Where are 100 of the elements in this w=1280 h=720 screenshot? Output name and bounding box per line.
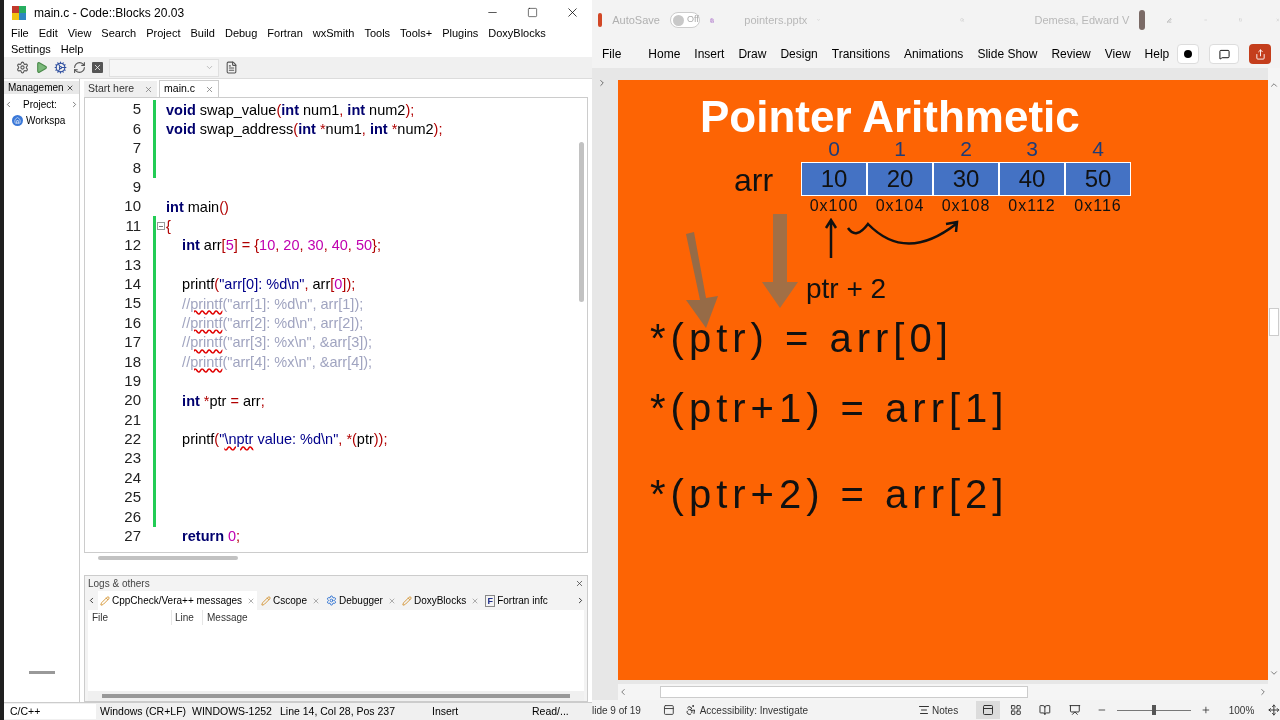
close-icon[interactable] bbox=[65, 83, 74, 92]
notes-icon bbox=[918, 704, 931, 716]
slideshow-icon[interactable] bbox=[1069, 704, 1081, 716]
log-tab[interactable]: DoxyBlocks bbox=[399, 591, 482, 610]
ribbon-tab[interactable]: Animations bbox=[897, 45, 971, 63]
menu-item[interactable]: Plugins bbox=[437, 25, 484, 41]
annotation-text: ptr + 2 bbox=[806, 272, 887, 306]
column-header[interactable]: File bbox=[88, 609, 172, 625]
code-line: int *ptr = arr; bbox=[181, 391, 265, 410]
menu-item[interactable]: DoxyBlocks bbox=[483, 25, 551, 41]
accessibility-button[interactable]: Accessibility: Investigate bbox=[684, 702, 809, 718]
notes-button[interactable]: Notes bbox=[918, 702, 959, 718]
column-header[interactable]: Message bbox=[203, 609, 248, 625]
line-number: 23 bbox=[123, 448, 141, 469]
code-line: //printf("arr[1]: %d\n", arr[1]); bbox=[181, 294, 364, 313]
fit-slide-icon[interactable] bbox=[1268, 704, 1280, 716]
log-tab[interactable]: CppCheck/Vera++ messages bbox=[98, 591, 258, 610]
line-number: 13 bbox=[123, 254, 141, 275]
document-icon[interactable] bbox=[225, 61, 238, 74]
pencil-icon bbox=[401, 595, 412, 606]
column-header[interactable]: Line bbox=[172, 609, 203, 625]
ribbon-tab[interactable]: Help bbox=[1137, 45, 1177, 63]
code-line: //printf("arr[3]: %x\n", &arr[3]); bbox=[181, 333, 373, 352]
line-number: 25 bbox=[123, 487, 141, 508]
reading-view-icon[interactable] bbox=[1039, 704, 1052, 716]
panel-tab[interactable]: Managemen bbox=[4, 81, 79, 94]
ribbon-tab[interactable]: View bbox=[1097, 45, 1138, 63]
line-number: 14 bbox=[123, 273, 141, 294]
window-title: main.c - Code::Blocks 20.03 bbox=[34, 4, 185, 22]
zoom-thumb[interactable] bbox=[1151, 705, 1156, 715]
menu-item[interactable]: Edit bbox=[33, 25, 63, 41]
menu-item[interactable]: File bbox=[6, 25, 34, 41]
scroll-right-icon[interactable] bbox=[70, 99, 79, 109]
menu-item[interactable]: Debug bbox=[219, 25, 263, 41]
splitter-handle[interactable] bbox=[28, 671, 55, 674]
zoom-in-icon[interactable] bbox=[1200, 705, 1211, 715]
menu-item[interactable]: Search bbox=[96, 25, 142, 41]
log-tab[interactable]: Debugger bbox=[324, 591, 398, 610]
autosave-label: AutoSave bbox=[612, 12, 660, 28]
scrollbar-thumb[interactable] bbox=[1269, 308, 1279, 336]
grid-view-icon[interactable] bbox=[1009, 704, 1022, 716]
code-line: int arr[5] = {10, 20, 30, 40, 50}; bbox=[181, 236, 381, 255]
code-line: void swap_address(int *num1, int *num2); bbox=[166, 120, 443, 139]
editor-tab[interactable]: main.c bbox=[159, 80, 220, 97]
menu-item[interactable]: Tools bbox=[359, 25, 396, 41]
close-icon[interactable] bbox=[205, 84, 215, 94]
scroll-up-icon[interactable] bbox=[1269, 80, 1279, 90]
log-tab[interactable]: Cscope bbox=[259, 591, 322, 610]
close-icon[interactable] bbox=[575, 579, 584, 588]
scroll-left-icon[interactable] bbox=[87, 596, 96, 605]
run-icon[interactable] bbox=[35, 61, 48, 74]
tree-item[interactable]: Workspa bbox=[4, 112, 79, 128]
panel-title: Logs & others bbox=[88, 577, 150, 591]
ribbon-tab[interactable]: Home bbox=[641, 45, 688, 63]
fold-marker[interactable] bbox=[157, 222, 165, 231]
ribbon-tab[interactable]: Slide Show bbox=[970, 45, 1045, 63]
comment-button[interactable] bbox=[1209, 44, 1239, 64]
ribbon-tab[interactable]: File bbox=[602, 45, 642, 63]
menu-item[interactable]: wxSmith bbox=[307, 25, 360, 41]
normal-view-icon bbox=[981, 704, 994, 716]
menu-item[interactable]: Fortran bbox=[262, 25, 308, 41]
scroll-right-icon[interactable] bbox=[576, 596, 585, 605]
ribbon-tab[interactable]: Design bbox=[773, 45, 825, 63]
pencil-icon bbox=[261, 595, 272, 606]
ribbon-tab[interactable]: Insert bbox=[687, 45, 732, 63]
zoom-level[interactable]: 100% bbox=[1228, 702, 1255, 718]
record-button[interactable] bbox=[1177, 44, 1199, 64]
status-field: Windows (CR+LF) bbox=[96, 703, 188, 720]
equation-text: *(ptr) = arr[0] bbox=[650, 315, 953, 362]
line-number: 5 bbox=[131, 99, 141, 120]
menu-item[interactable]: View bbox=[62, 25, 97, 41]
line-number: 10 bbox=[123, 196, 141, 217]
build-run-icon[interactable] bbox=[54, 61, 67, 74]
ribbon-tab[interactable]: Transitions bbox=[824, 45, 897, 63]
array-cell: 40 bbox=[999, 162, 1065, 196]
log-tab[interactable]: F Fortran infc bbox=[483, 591, 550, 610]
menu-item[interactable]: Help bbox=[55, 41, 89, 57]
ribbon-tab[interactable]: Review bbox=[1044, 45, 1098, 63]
menu-item[interactable]: Tools+ bbox=[395, 25, 438, 41]
editor-tab[interactable]: Start here bbox=[84, 81, 158, 97]
line-number: 21 bbox=[123, 409, 141, 430]
rebuild-icon[interactable] bbox=[73, 61, 86, 74]
array-cell: 30 bbox=[933, 162, 999, 196]
line-number: 11 bbox=[124, 215, 141, 236]
abort-icon[interactable] bbox=[92, 62, 103, 73]
expand-panel-icon[interactable] bbox=[597, 78, 607, 88]
share-button[interactable] bbox=[1249, 44, 1271, 64]
menu-item[interactable]: Settings bbox=[6, 41, 56, 57]
status-field: WINDOWS-1252 bbox=[188, 703, 276, 720]
ribbon-tab[interactable]: Draw bbox=[731, 45, 774, 63]
menu-item[interactable]: Build bbox=[185, 25, 220, 41]
horizontal-scrollbar[interactable] bbox=[88, 691, 584, 701]
project-tab[interactable]: Project: bbox=[13, 96, 57, 112]
slide-counter[interactable]: lide 9 of 19 bbox=[592, 702, 641, 718]
scroll-left-icon[interactable] bbox=[4, 99, 13, 109]
normal-view-button[interactable] bbox=[976, 701, 1000, 719]
settings-icon[interactable] bbox=[16, 61, 29, 74]
scroll-down-icon[interactable] bbox=[1269, 668, 1279, 678]
menu-item[interactable]: Project bbox=[141, 25, 186, 41]
array-cell: 20 bbox=[867, 162, 933, 196]
